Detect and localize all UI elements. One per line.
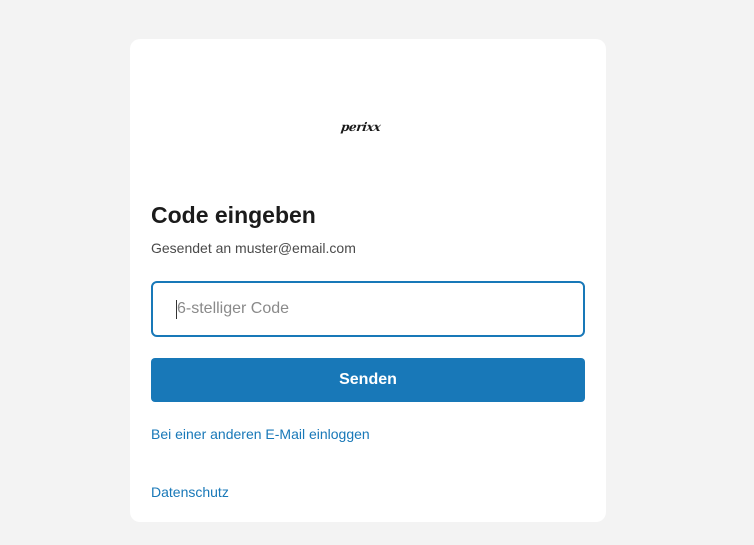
text-caret [176, 300, 177, 319]
sent-to-text: Gesendet an muster@email.com [151, 240, 356, 256]
login-card: perixx Code eingeben Gesendet an muster@… [130, 39, 606, 522]
other-email-login-link[interactable]: Bei einer anderen E-Mail einloggen [151, 425, 370, 443]
page-title: Code eingeben [151, 202, 316, 228]
logo-area: perixx [130, 39, 606, 159]
send-button[interactable]: Senden [151, 358, 585, 402]
privacy-link[interactable]: Datenschutz [151, 483, 229, 501]
code-input[interactable] [151, 281, 585, 337]
brand-logo: perixx [340, 120, 382, 134]
